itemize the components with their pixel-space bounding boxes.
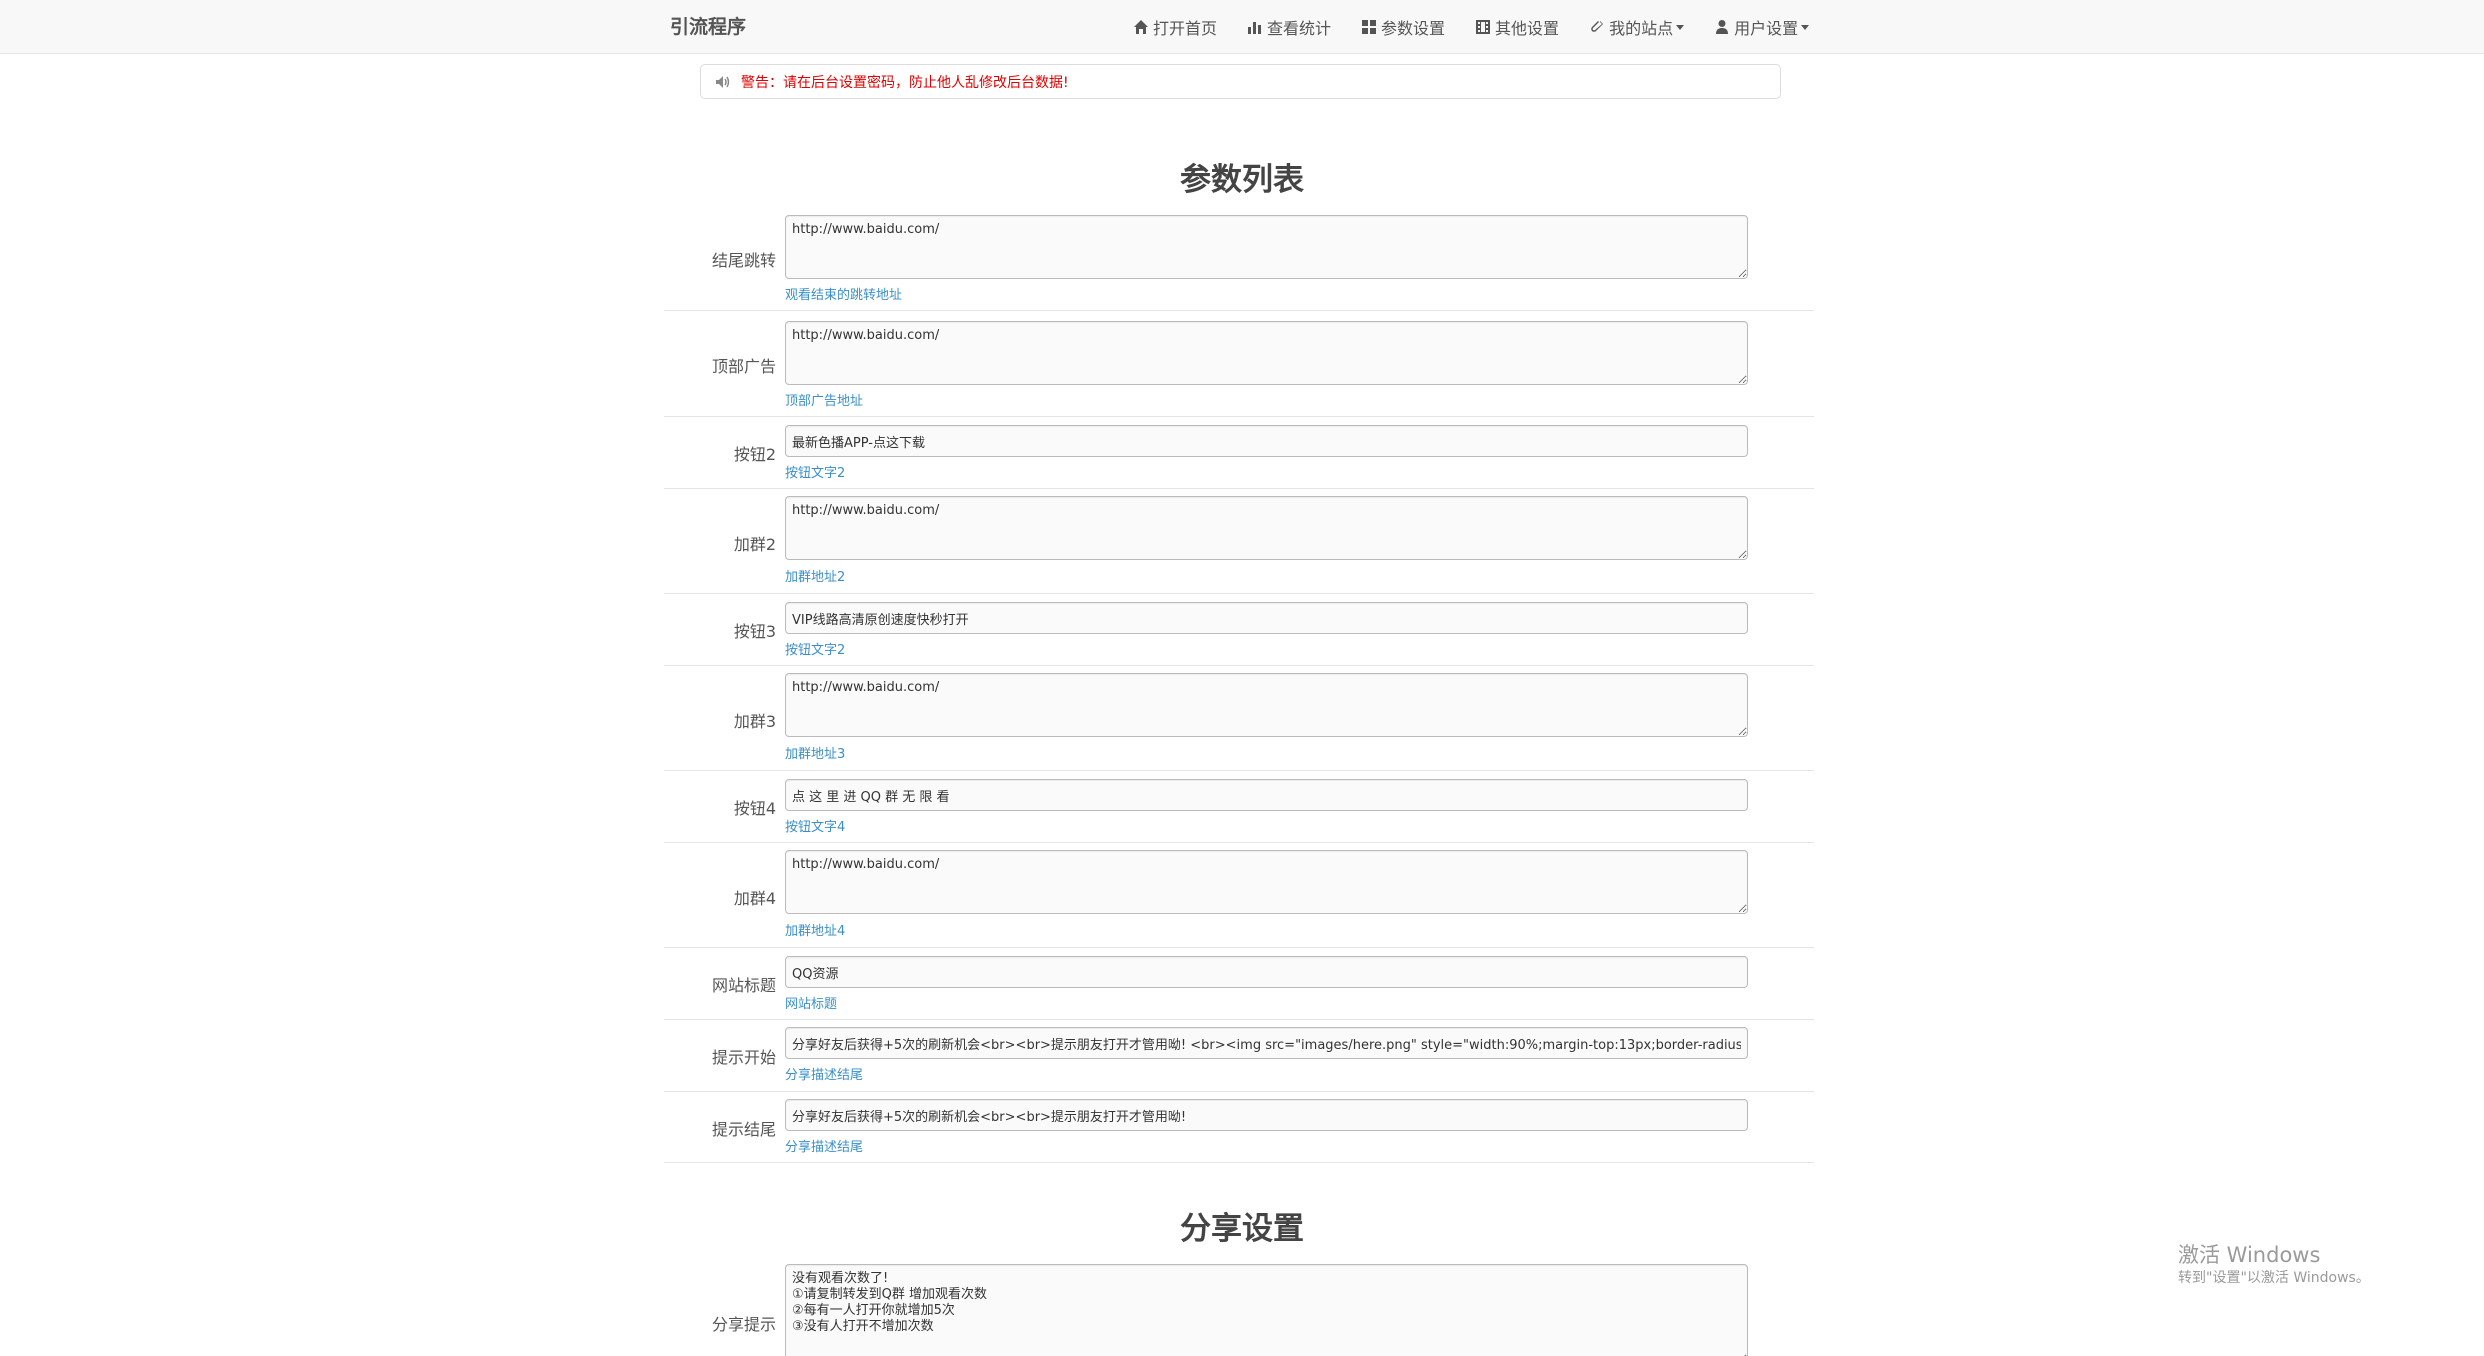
link-icon bbox=[1591, 21, 1604, 32]
nav-item-label: 用户设置 bbox=[1734, 19, 1799, 38]
windows-watermark-title: 激活 Windows bbox=[2178, 1243, 2321, 1267]
button2-text-field[interactable] bbox=[785, 425, 1748, 457]
form-row-group3: 加群3 http://www.baidu.com/ 加群地址3 bbox=[664, 666, 1814, 771]
stats-icon bbox=[1248, 22, 1262, 34]
nav-item-stats[interactable]: 查看统计 bbox=[1247, 0, 1331, 54]
nav-item-label: 我的站点 bbox=[1609, 19, 1674, 38]
end-redirect-field[interactable]: http://www.baidu.com/ bbox=[785, 215, 1748, 279]
field-help: 网站标题 bbox=[785, 997, 838, 1012]
group4-url-field[interactable]: http://www.baidu.com/ bbox=[785, 850, 1748, 914]
field-help: 加群地址4 bbox=[785, 924, 846, 939]
field-label: 加群3 bbox=[733, 712, 776, 731]
field-help: 分享描述结尾 bbox=[785, 1068, 864, 1083]
form-row-share-tip: 分享提示 没有观看次数了! ①请复制转发到Q群 增加观看次数 ②每有一人打开你就… bbox=[664, 1254, 1814, 1356]
nav-item-params[interactable]: 参数设置 bbox=[1361, 0, 1445, 54]
field-label: 网站标题 bbox=[711, 976, 776, 995]
field-help: 加群地址3 bbox=[785, 747, 846, 762]
nav-item-my-sites[interactable]: 我的站点 bbox=[1589, 0, 1685, 54]
field-help: 按钮文字2 bbox=[785, 466, 846, 481]
field-label: 分享提示 bbox=[711, 1315, 776, 1334]
nav-menu: 打开首页 查看统计 参数设置 其他设置 我的站点 用户设置 bbox=[1133, 0, 1810, 54]
group3-url-field[interactable]: http://www.baidu.com/ bbox=[785, 673, 1748, 737]
field-help: 观看结束的跳转地址 bbox=[785, 288, 903, 303]
form-row-tip-start: 提示开始 分享描述结尾 bbox=[664, 1020, 1814, 1092]
field-label: 结尾跳转 bbox=[711, 251, 776, 270]
tip-start-field[interactable] bbox=[785, 1027, 1748, 1059]
field-label: 顶部广告 bbox=[711, 357, 776, 376]
home-icon bbox=[1134, 20, 1148, 34]
windows-watermark-subtitle: 转到"设置"以激活 Windows。 bbox=[2178, 1270, 2370, 1286]
section-title-params: 参数列表 bbox=[1180, 162, 1304, 198]
nav-item-label: 参数设置 bbox=[1381, 19, 1446, 38]
section-title-share: 分享设置 bbox=[1180, 1211, 1304, 1247]
field-label: 按钮4 bbox=[733, 799, 776, 818]
field-label: 按钮3 bbox=[733, 622, 776, 641]
user-icon bbox=[1716, 20, 1729, 34]
button4-text-field[interactable] bbox=[785, 779, 1748, 811]
chevron-down-icon bbox=[1801, 24, 1810, 30]
form-row-button2: 按钮2 按钮文字2 bbox=[664, 417, 1814, 489]
button3-text-field[interactable] bbox=[785, 602, 1748, 634]
field-help: 分享描述结尾 bbox=[785, 1140, 864, 1155]
field-help: 顶部广告地址 bbox=[785, 394, 864, 409]
field-label: 加群2 bbox=[733, 535, 776, 554]
chevron-down-icon bbox=[1676, 24, 1685, 30]
form-row-end-redirect: 结尾跳转 http://www.baidu.com/ 观看结束的跳转地址 bbox=[664, 205, 1814, 311]
field-label: 提示结尾 bbox=[711, 1120, 776, 1139]
field-help: 按钮文字4 bbox=[785, 820, 846, 835]
nav-item-label: 查看统计 bbox=[1267, 19, 1332, 38]
form-row-button3: 按钮3 按钮文字2 bbox=[664, 594, 1814, 666]
film-icon bbox=[1476, 20, 1491, 34]
form-row-group2: 加群2 http://www.baidu.com/ 加群地址2 bbox=[664, 489, 1814, 594]
group2-url-field[interactable]: http://www.baidu.com/ bbox=[785, 496, 1748, 560]
nav-item-user-settings[interactable]: 用户设置 bbox=[1714, 0, 1810, 54]
form-row-group4: 加群4 http://www.baidu.com/ 加群地址4 bbox=[664, 843, 1814, 948]
tip-end-field[interactable] bbox=[785, 1099, 1748, 1131]
form-row-button4: 按钮4 按钮文字4 bbox=[664, 771, 1814, 843]
field-label: 提示开始 bbox=[711, 1048, 776, 1067]
nav-item-other[interactable]: 其他设置 bbox=[1475, 0, 1559, 54]
alert-text: 警告：请在后台设置密码，防止他人乱修改后台数据! bbox=[741, 74, 1069, 91]
top-ad-field[interactable]: http://www.baidu.com/ bbox=[785, 321, 1748, 385]
share-tip-field[interactable]: 没有观看次数了! ①请复制转发到Q群 增加观看次数 ②每有一人打开你就增加5次 … bbox=[785, 1264, 1748, 1356]
brand-title[interactable]: 引流程序 bbox=[670, 0, 746, 54]
warning-alert: 警告：请在后台设置密码，防止他人乱修改后台数据! bbox=[700, 64, 1781, 99]
nav-item-label: 打开首页 bbox=[1153, 19, 1218, 38]
field-label: 按钮2 bbox=[733, 445, 776, 464]
form-row-tip-end: 提示结尾 分享描述结尾 bbox=[664, 1092, 1814, 1163]
form-row-top-ad: 顶部广告 http://www.baidu.com/ 顶部广告地址 bbox=[664, 311, 1814, 417]
field-help: 加群地址2 bbox=[785, 570, 846, 585]
field-help: 按钮文字2 bbox=[785, 643, 846, 658]
grid-icon bbox=[1362, 20, 1377, 34]
field-label: 加群4 bbox=[733, 889, 776, 908]
site-title-field[interactable] bbox=[785, 956, 1748, 988]
top-navbar: 引流程序 打开首页 查看统计 参数设置 其他设置 我的站点 用户设置 bbox=[0, 0, 2484, 54]
speaker-icon bbox=[716, 75, 730, 88]
nav-item-label: 其他设置 bbox=[1495, 19, 1560, 38]
form-row-site-title: 网站标题 网站标题 bbox=[664, 948, 1814, 1020]
nav-item-home[interactable]: 打开首页 bbox=[1133, 0, 1217, 54]
